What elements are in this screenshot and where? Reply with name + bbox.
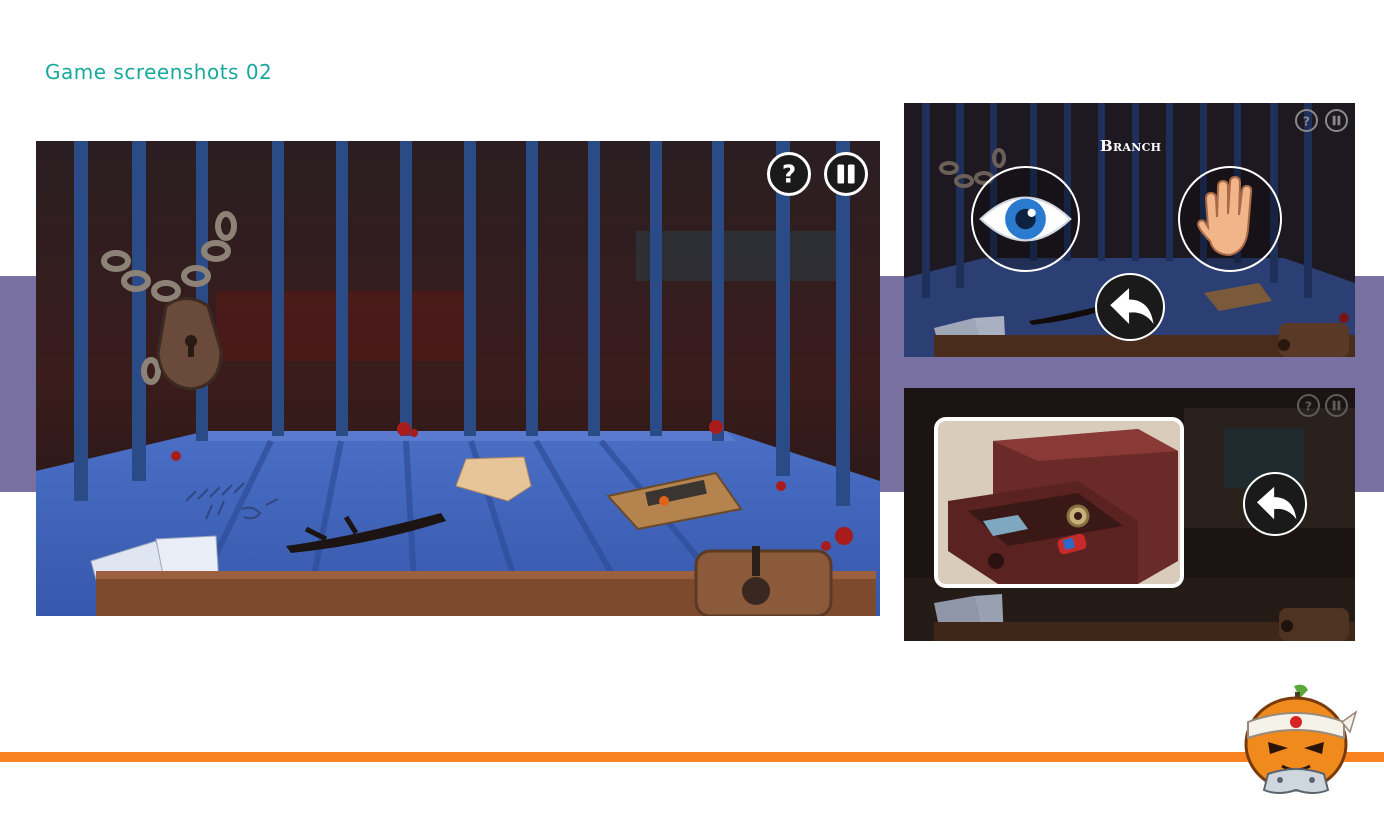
question-icon: ?: [1305, 399, 1312, 413]
closeup-screenshot: ?: [904, 388, 1355, 641]
eye-icon: [979, 196, 1072, 242]
back-arrow-icon: [1110, 288, 1154, 324]
back-arrow-icon: [1257, 486, 1297, 520]
question-icon: ?: [782, 160, 796, 189]
back-button[interactable]: [1243, 472, 1307, 536]
nightstand-drawer-image: [938, 421, 1180, 584]
look-button[interactable]: [971, 166, 1080, 272]
hand-icon: [1196, 175, 1253, 257]
pause-icon: [1332, 400, 1341, 411]
orange-ninja-mascot-icon: [1244, 684, 1358, 794]
cage-scene: [36, 141, 880, 616]
drawer-closeup-panel[interactable]: [934, 417, 1184, 588]
svg-text:?: ?: [1303, 114, 1310, 128]
pause-icon: [1332, 115, 1341, 126]
help-button[interactable]: ?: [1297, 394, 1320, 417]
pause-button[interactable]: [824, 152, 868, 196]
back-button[interactable]: [1095, 273, 1165, 341]
orange-mascot-logo: [1238, 682, 1358, 798]
pause-icon: [837, 164, 855, 184]
orange-accent-line: [0, 752, 1384, 762]
svg-text:?: ?: [782, 160, 796, 189]
question-icon: ?: [1303, 114, 1310, 128]
use-button[interactable]: [1178, 166, 1282, 272]
svg-text:?: ?: [1305, 399, 1312, 413]
main-game-screenshot: ?: [36, 141, 880, 616]
pause-button[interactable]: [1325, 109, 1348, 132]
item-name-label: Branch: [1100, 137, 1162, 155]
pause-button[interactable]: [1325, 394, 1348, 417]
page-title: Game screenshots 02: [45, 60, 273, 84]
help-button[interactable]: ?: [767, 152, 811, 196]
help-button[interactable]: ?: [1295, 109, 1318, 132]
